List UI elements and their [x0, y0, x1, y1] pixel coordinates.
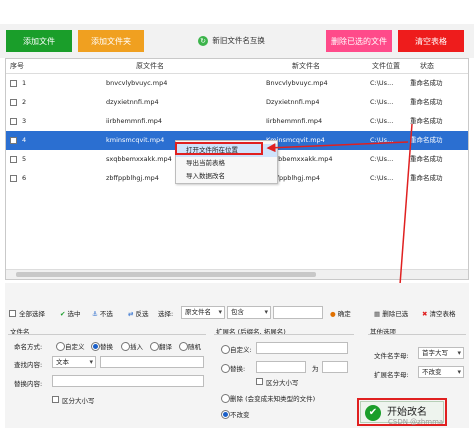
deselect-icon: ⚓	[92, 310, 98, 318]
radio-random[interactable]	[179, 342, 188, 351]
select-filter-input[interactable]	[273, 306, 323, 319]
ext-delete-label[interactable]: 删除 (会变成未知类型的文件)	[230, 393, 315, 403]
radio-random-label[interactable]: 随机	[188, 341, 201, 351]
invert-label: 反选	[135, 310, 149, 318]
naming-method-label: 命名方式:	[14, 343, 43, 351]
field-select[interactable]: 原文件名	[181, 306, 225, 319]
filename-panel-divider	[8, 334, 206, 335]
radio-custom[interactable]	[56, 342, 65, 351]
radio-ext-delete[interactable]	[221, 394, 230, 403]
ext-find-input[interactable]	[256, 361, 306, 373]
ext-custom-label[interactable]: 自定义:	[230, 344, 252, 354]
deselect-button[interactable]: ⚓ 不选	[92, 308, 113, 318]
radio-translate-label[interactable]: 翻译	[159, 341, 172, 351]
field-select-value: 原文件名	[185, 308, 211, 316]
invert-icon: ⇄	[128, 310, 134, 318]
ext-case-checkbox[interactable]	[256, 378, 263, 385]
radio-custom-label[interactable]: 自定义	[65, 341, 85, 351]
select-all-label[interactable]: 全部选择	[19, 308, 45, 318]
find-type-value: 文本	[56, 358, 69, 366]
filename-letter-case-select[interactable]: 首字大写	[418, 347, 464, 359]
clear-icon: ✖	[422, 310, 428, 318]
clear-table-small-button[interactable]: ✖ 清空表格	[422, 308, 456, 318]
confirm-button[interactable]: ● 确定	[330, 308, 351, 318]
confirm-icon: ●	[330, 310, 336, 318]
radio-insert-label[interactable]: 插入	[130, 341, 143, 351]
other-panel-divider	[368, 334, 466, 335]
radio-ext-custom[interactable]	[221, 345, 230, 354]
delete-selected-button[interactable]: ▦ 删除已选	[374, 308, 408, 318]
find-type-select[interactable]: 文本	[52, 356, 96, 368]
select-label: 选中	[67, 310, 81, 318]
select-button[interactable]: ✔ 选中	[60, 308, 81, 318]
ext-for-label: 为	[312, 365, 319, 373]
check-icon: ✔	[60, 310, 66, 318]
select-all-checkbox[interactable]	[9, 310, 16, 317]
filename-letter-case-label: 文件名字母:	[374, 352, 409, 360]
radio-ext-replace[interactable]	[221, 364, 230, 373]
delete-selected-label: 删除已选	[382, 310, 409, 318]
mode-select-value: 包含	[231, 308, 244, 316]
ext-replace-input[interactable]	[322, 361, 348, 373]
ext-letter-case-value: 不改变	[422, 368, 442, 376]
radio-replace[interactable]	[91, 342, 100, 351]
ext-panel-divider	[214, 334, 354, 335]
arrow-to-menu	[266, 141, 409, 153]
mode-select[interactable]: 包含	[227, 306, 271, 319]
filename-letter-case-value: 首字大写	[422, 349, 448, 357]
select-by-label: 选择:	[158, 310, 174, 318]
invert-button[interactable]: ⇄ 反选	[128, 308, 149, 318]
check-circle-icon: ✔	[365, 405, 381, 421]
radio-translate[interactable]	[150, 342, 159, 351]
filename-case-label[interactable]: 区分大小写	[62, 395, 95, 405]
find-content-label: 查找内容:	[14, 361, 43, 369]
watermark: CSDN @zhmma	[388, 418, 444, 426]
deselect-label: 不选	[99, 310, 113, 318]
replace-content-input[interactable]	[52, 375, 204, 387]
replace-content-label: 替换内容:	[14, 380, 43, 388]
ext-replace-label[interactable]: 替换:	[230, 363, 245, 373]
ext-letter-case-label: 扩展名字母:	[374, 371, 409, 379]
clear-table-small-label: 清空表格	[429, 310, 456, 318]
radio-ext-unchanged[interactable]	[221, 410, 230, 419]
filename-case-checkbox[interactable]	[52, 396, 59, 403]
confirm-label: 确定	[337, 310, 351, 318]
ext-letter-case-select[interactable]: 不改变	[418, 366, 464, 378]
radio-replace-label[interactable]: 替换	[100, 341, 113, 351]
delete-icon: ▦	[374, 310, 381, 318]
ext-case-label[interactable]: 区分大小写	[266, 377, 299, 387]
ext-custom-input[interactable]	[256, 342, 348, 354]
find-content-input[interactable]	[100, 356, 204, 368]
ext-unchanged-label[interactable]: 不改变	[230, 409, 250, 419]
radio-insert[interactable]	[121, 342, 130, 351]
